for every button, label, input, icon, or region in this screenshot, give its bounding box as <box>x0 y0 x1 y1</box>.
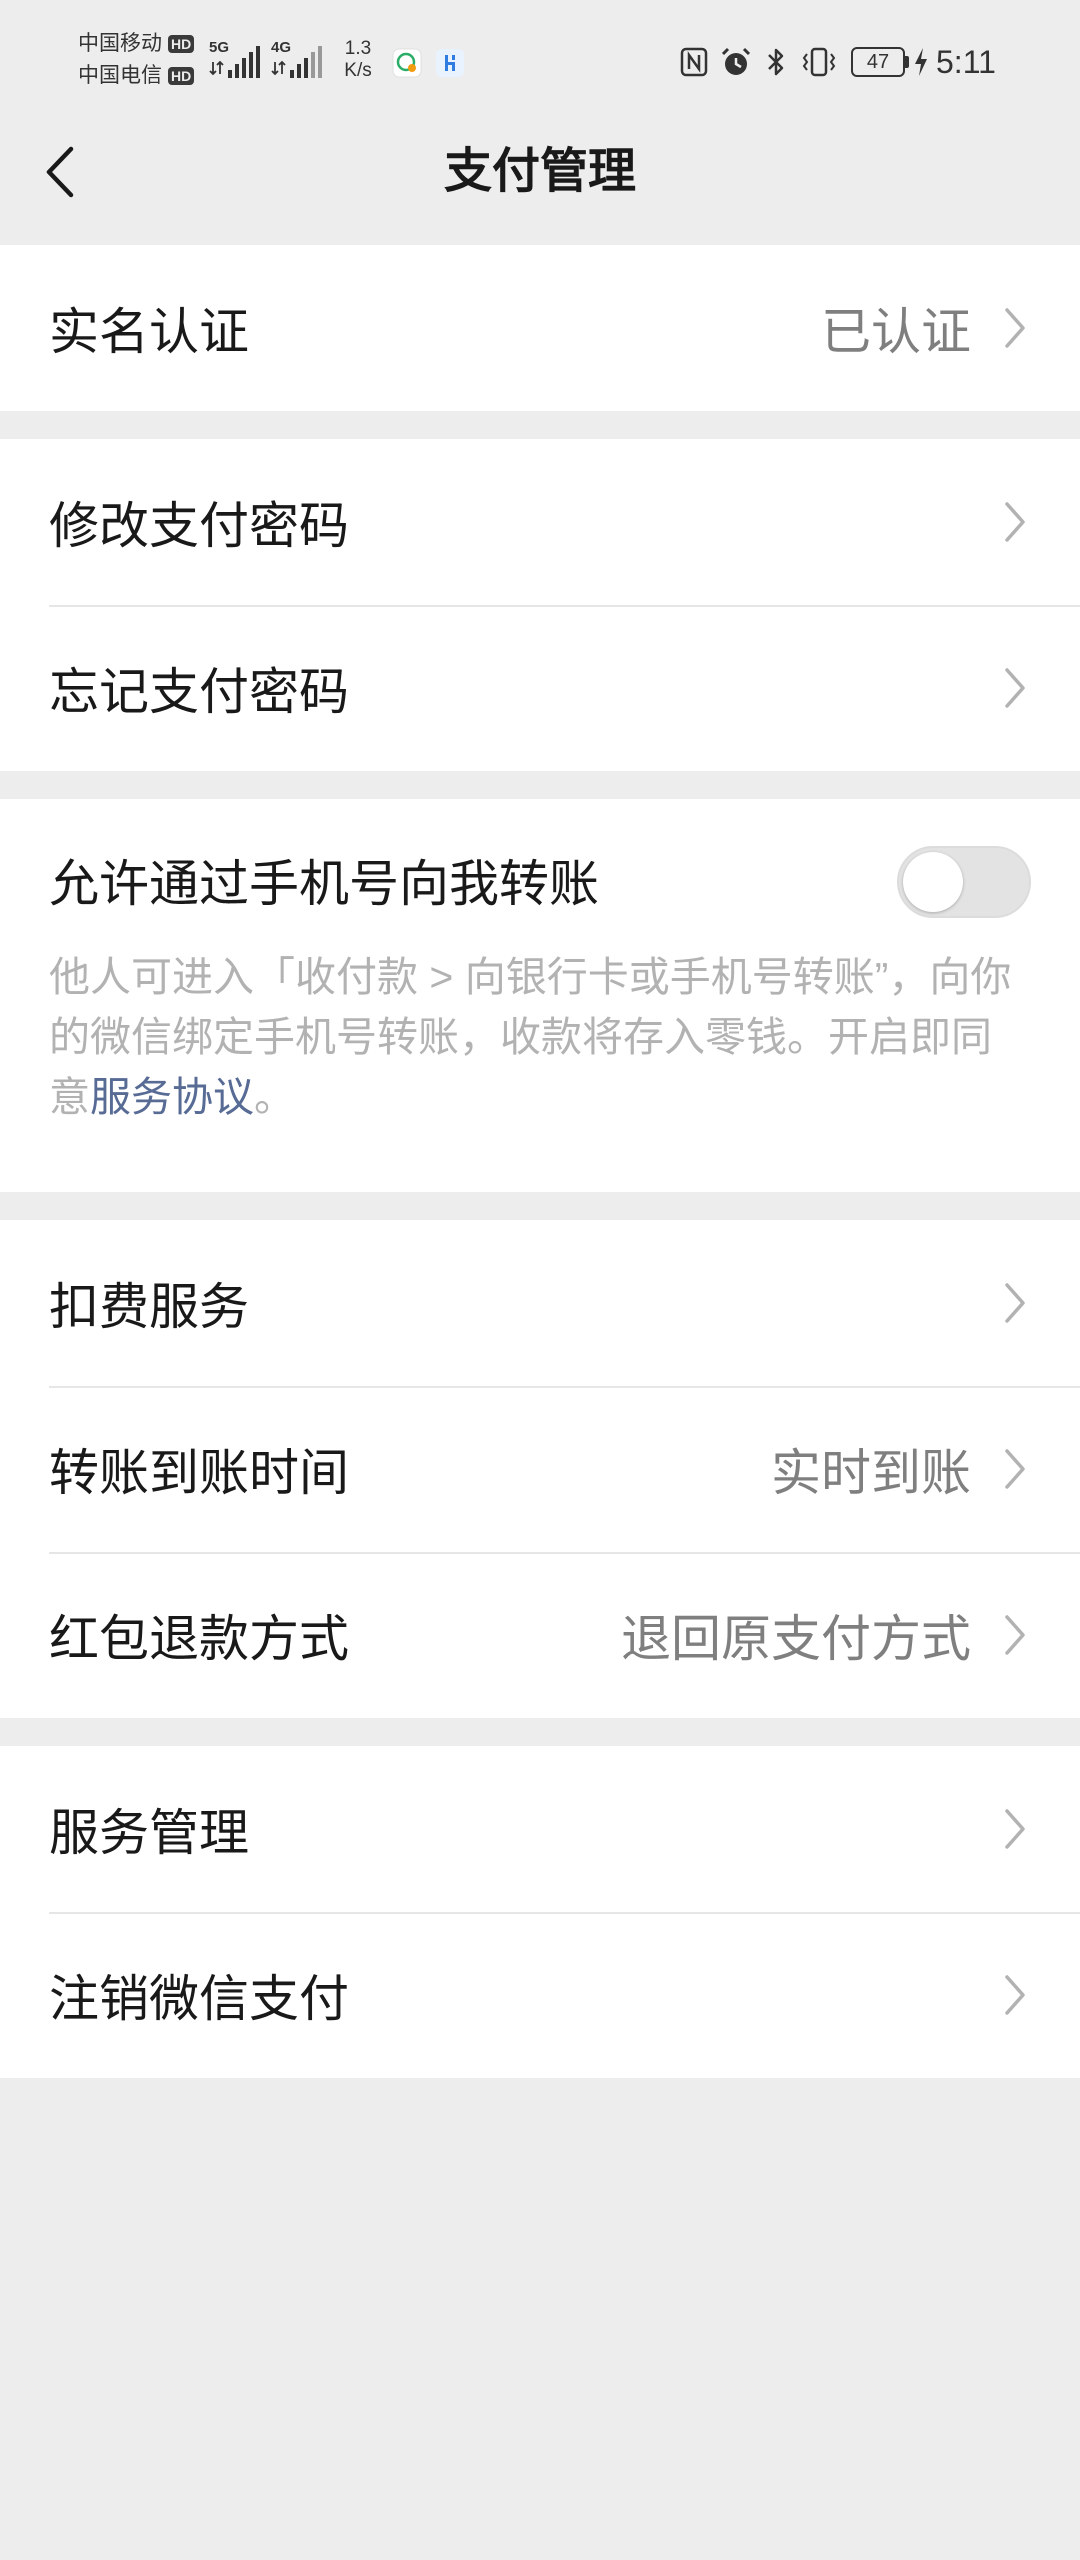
row-change-password[interactable]: 修改支付密码 <box>0 439 1080 605</box>
battery-icon: 47 <box>851 47 909 77</box>
row-cancel-wechat-pay[interactable]: 注销微信支付 <box>0 1912 1080 2078</box>
row-label: 修改支付密码 <box>49 498 349 554</box>
chevron-right-icon <box>1005 668 1025 708</box>
chevron-right-icon <box>1005 1283 1025 1323</box>
carrier-2-name: 中国电信 <box>78 64 162 87</box>
section-password: 修改支付密码 忘记支付密码 <box>0 439 1080 771</box>
status-bar: 中国移动 HD 中国电信 HD 5G 4G 1.3 K/s 47 5:11 <box>0 0 1080 122</box>
row-forgot-password[interactable]: 忘记支付密码 <box>0 605 1080 771</box>
network-type-label: 5G <box>209 39 230 56</box>
chevron-right-icon <box>1005 308 1025 348</box>
row-value: 已认证 <box>821 304 971 360</box>
chevron-right-icon <box>1005 1809 1025 1849</box>
bluetooth-icon <box>768 48 784 76</box>
section-verification: 实名认证 已认证 <box>0 245 1080 411</box>
alarm-icon <box>721 47 751 75</box>
row-red-packet-refund[interactable]: 红包退款方式 退回原支付方式 <box>0 1552 1080 1718</box>
row-deduction-services[interactable]: 扣费服务 <box>0 1220 1080 1386</box>
speed-value: 1.3 <box>344 38 372 59</box>
carrier-1-name: 中国移动 <box>78 32 162 55</box>
row-real-name-auth[interactable]: 实名认证 已认证 <box>0 245 1080 411</box>
carrier-1: 中国移动 HD <box>78 32 195 56</box>
row-transfer-arrival-time[interactable]: 转账到账时间 实时到账 <box>0 1386 1080 1552</box>
vibrate-icon <box>802 47 836 77</box>
row-service-management[interactable]: 服务管理 <box>0 1746 1080 1912</box>
row-label: 扣费服务 <box>49 1279 249 1335</box>
network-speed: 1.3 K/s <box>336 38 380 82</box>
nav-header: 支付管理 <box>0 122 1080 245</box>
row-label: 忘记支付密码 <box>49 664 349 720</box>
data-arrows-icon <box>209 60 224 76</box>
signal-4g: 4G <box>271 40 325 80</box>
section-services: 扣费服务 转账到账时间 实时到账 红包退款方式 退回原支付方式 <box>0 1220 1080 1718</box>
phone-transfer-label: 允许通过手机号向我转账 <box>49 856 599 912</box>
chevron-right-icon <box>1005 502 1025 542</box>
signal-5g: 5G <box>209 40 263 80</box>
chevron-right-icon <box>1005 1615 1025 1655</box>
chevron-right-icon <box>1005 1975 1025 2015</box>
row-label: 注销微信支付 <box>49 1971 349 2027</box>
row-label: 红包退款方式 <box>49 1611 349 1667</box>
hd-badge: HD <box>168 67 195 85</box>
row-label: 转账到账时间 <box>49 1445 349 1501</box>
row-value: 退回原支付方式 <box>621 1611 971 1667</box>
row-label: 服务管理 <box>49 1805 249 1861</box>
phone-transfer-description: 他人可进入「收付款 > 向银行卡或手机号转账”，向你的微信绑定手机号转账，收款将… <box>49 947 1031 1127</box>
row-value: 实时到账 <box>771 1445 971 1501</box>
app-h-icon <box>436 49 464 77</box>
app-notification-icon <box>392 48 422 78</box>
section-phone-transfer: 允许通过手机号向我转账 他人可进入「收付款 > 向银行卡或手机号转账”，向你的微… <box>0 799 1080 1192</box>
chevron-right-icon <box>1005 1449 1025 1489</box>
charging-icon <box>915 48 927 76</box>
settings-list: 实名认证 已认证 修改支付密码 忘记支付密码 允许通过手机号向我转账 他人可进入… <box>0 245 1080 2078</box>
clock-time: 5:11 <box>936 44 996 80</box>
hd-badge: HD <box>168 35 195 53</box>
nfc-icon <box>680 47 708 77</box>
signal-bars-icon <box>228 46 260 78</box>
data-arrows-icon <box>271 60 286 76</box>
phone-transfer-toggle[interactable] <box>897 846 1031 918</box>
battery-level: 47 <box>851 47 905 77</box>
signal-bars-icon <box>290 46 322 78</box>
toggle-knob <box>903 852 963 912</box>
service-agreement-link[interactable]: 服务协议 <box>90 1074 254 1120</box>
section-management: 服务管理 注销微信支付 <box>0 1746 1080 2078</box>
network-type-label: 4G <box>271 39 292 56</box>
battery-nub <box>905 56 909 68</box>
description-suffix: 。 <box>254 1074 295 1120</box>
speed-unit: K/s <box>344 60 372 81</box>
row-label: 实名认证 <box>49 304 249 360</box>
carrier-2: 中国电信 HD <box>78 64 195 88</box>
page-title: 支付管理 <box>443 145 636 198</box>
